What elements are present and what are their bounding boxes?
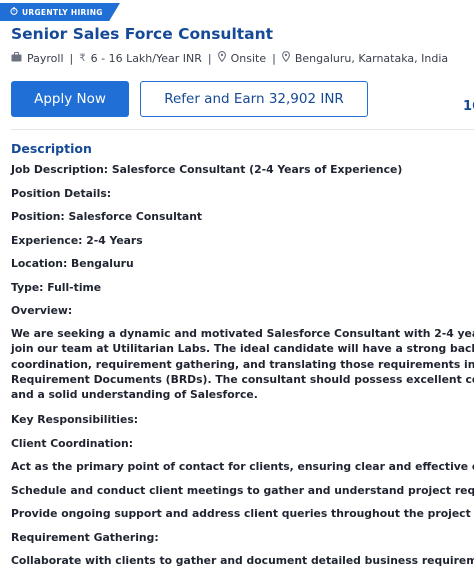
rupee-icon: ₹ [79,52,86,64]
requirement-gathering-label: Requirement Gathering: [11,531,159,544]
cut-off-count: 16 [463,99,474,114]
urgently-hiring-badge: URGENTLY HIRING [0,3,120,21]
overview-line: Requirement Documents (BRDs). The consul… [11,372,474,386]
apply-now-button[interactable]: Apply Now [11,81,129,117]
job-title: Senior Sales Force Consultant [11,25,274,43]
key-responsibilities-label: Key Responsibilities: [11,413,139,426]
location-pin-icon [217,51,226,65]
list-item: Schedule and conduct client meetings to … [11,484,474,497]
work-mode: Onsite [217,51,266,65]
stopwatch-icon [10,7,18,17]
employment-type: Payroll [11,51,64,65]
location-line: Location: Bengaluru [11,257,134,270]
list-item: Collaborate with clients to gather and d… [11,554,474,567]
salary: ₹ 6 - 16 Lakh/Year INR [79,51,202,65]
location: Bengaluru, Karnataka, India [281,51,448,65]
list-item: Act as the primary point of contact for … [11,460,474,473]
meta-separator: | [69,51,74,65]
location-pin-icon [281,51,290,65]
position-details-label: Position Details: [11,187,112,200]
experience-line: Experience: 2-4 Years [11,234,143,247]
job-detail-page: URGENTLY HIRING Senior Sales Force Consu… [0,0,474,579]
position-line: Position: Salesforce Consultant [11,210,203,223]
section-divider [11,129,474,130]
overview-line: and a solid understanding of Salesforce. [11,388,258,402]
overview-line: join our team at Utilitarian Labs. The i… [11,342,474,356]
refer-and-earn-button[interactable]: Refer and Earn 32,902 INR [140,81,368,117]
overview-paragraph: We are seeking a dynamic and motivated S… [11,326,474,402]
meta-separator: | [207,51,212,65]
overview-line: We are seeking a dynamic and motivated S… [11,327,474,340]
job-description-line: Job Description: Salesforce Consultant (… [11,163,403,176]
overview-line: coordination, requirement gathering, and… [11,357,474,371]
badge-text: URGENTLY HIRING [22,7,103,17]
client-coordination-label: Client Coordination: [11,437,134,450]
job-meta: Payroll | ₹ 6 - 16 Lakh/Year INR | Onsit… [11,51,448,65]
description-heading: Description [11,141,92,156]
briefcase-icon [11,51,22,65]
list-item: Provide ongoing support and address clie… [11,507,474,520]
meta-separator: | [272,51,276,65]
overview-label: Overview: [11,304,73,317]
type-line: Type: Full-time [11,281,102,294]
